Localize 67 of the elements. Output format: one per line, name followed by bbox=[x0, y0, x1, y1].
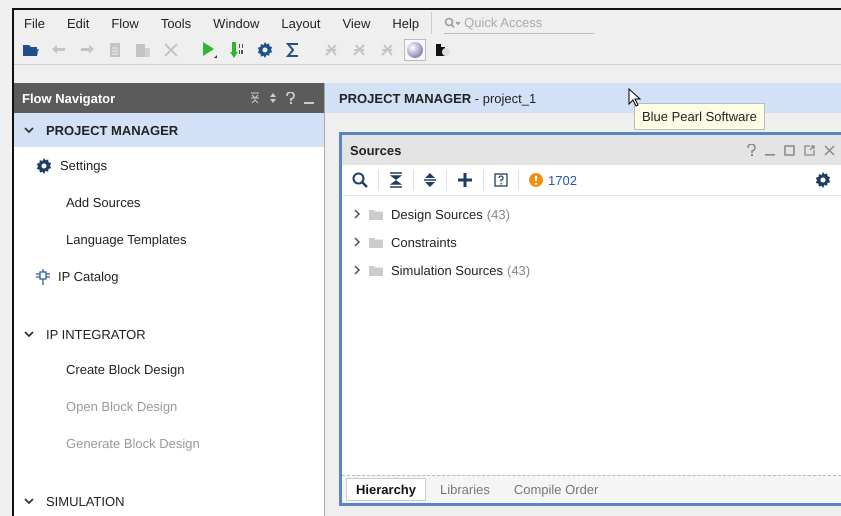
tab[interactable]: Compile Order bbox=[504, 478, 608, 501]
redo-icon bbox=[79, 43, 95, 57]
tool-icon bbox=[323, 42, 339, 58]
close-icon[interactable] bbox=[824, 144, 835, 156]
help-icon[interactable] bbox=[286, 92, 295, 104]
settings-icon bbox=[257, 42, 273, 58]
tool-icon bbox=[379, 42, 395, 58]
tooltip: Blue Pearl Software bbox=[634, 103, 765, 130]
menu-item[interactable]: Edit bbox=[66, 16, 90, 30]
chip-icon bbox=[36, 268, 50, 284]
panel-title: Sources bbox=[350, 142, 402, 158]
warning-count[interactable]: 1702 bbox=[548, 172, 577, 188]
tree-item[interactable]: Design Sources bbox=[391, 206, 483, 222]
menu-item[interactable]: View bbox=[342, 16, 370, 30]
sigma-icon bbox=[285, 42, 301, 58]
nav-item[interactable]: Settings bbox=[14, 147, 324, 184]
add-icon[interactable] bbox=[457, 172, 473, 188]
maximize-icon[interactable] bbox=[784, 144, 795, 156]
paste-icon bbox=[135, 42, 151, 58]
warning-icon bbox=[529, 173, 543, 187]
tree-item[interactable]: Simulation Sources bbox=[391, 262, 503, 278]
delete-icon bbox=[163, 42, 179, 58]
item-count: (43) bbox=[486, 206, 510, 222]
tool-icon bbox=[351, 42, 367, 58]
folder-icon bbox=[22, 42, 40, 58]
settings-icon[interactable] bbox=[815, 172, 831, 188]
nav-item[interactable]: Language Templates bbox=[14, 221, 324, 258]
menu-item[interactable]: Layout bbox=[281, 16, 320, 30]
nav-item[interactable]: Create Block Design bbox=[14, 351, 324, 388]
tab[interactable]: Hierarchy bbox=[346, 478, 426, 501]
expand-all-icon[interactable] bbox=[424, 172, 436, 188]
folder-icon bbox=[369, 236, 383, 248]
nav-section[interactable]: SIMULATION bbox=[14, 484, 324, 516]
menu-item[interactable]: Flow bbox=[111, 16, 139, 30]
tab[interactable]: Libraries bbox=[430, 478, 500, 501]
chevron-icon[interactable] bbox=[354, 265, 361, 275]
chevron-icon[interactable] bbox=[354, 209, 361, 219]
menu-item[interactable]: File bbox=[24, 16, 45, 30]
play-icon bbox=[200, 41, 218, 59]
menu-item[interactable]: Window bbox=[213, 16, 260, 30]
collapse-all-icon[interactable] bbox=[389, 172, 403, 188]
tree-item[interactable]: Constraints bbox=[391, 234, 457, 250]
panel-title: PROJECT MANAGER - project_1 bbox=[339, 90, 536, 106]
folder-icon bbox=[369, 208, 383, 220]
search-icon[interactable] bbox=[352, 172, 368, 188]
nav-item[interactable]: Add Sources bbox=[14, 184, 324, 221]
search-icon bbox=[444, 16, 462, 28]
menu-item[interactable]: Help bbox=[392, 16, 420, 30]
plugin-icon bbox=[434, 42, 452, 58]
quick-access-input[interactable]: Quick Access bbox=[464, 15, 584, 30]
quick-access-field[interactable]: Quick Access bbox=[444, 12, 594, 34]
panel-title: Flow Navigator bbox=[22, 90, 116, 106]
document-icon bbox=[108, 42, 122, 58]
chevron-icon[interactable] bbox=[354, 237, 361, 247]
sphere-icon bbox=[406, 41, 424, 59]
nav-section[interactable]: PROJECT MANAGER bbox=[14, 113, 324, 147]
download-arrow-icon bbox=[229, 41, 245, 59]
item-count: (43) bbox=[507, 262, 530, 278]
menu-item[interactable]: Tools bbox=[160, 16, 192, 30]
help-icon[interactable] bbox=[747, 144, 756, 156]
folder-icon bbox=[369, 264, 383, 276]
nav-item[interactable]: IP Catalog bbox=[14, 258, 324, 295]
help-box-icon[interactable] bbox=[494, 173, 508, 187]
nav-section[interactable]: IP INTEGRATOR bbox=[14, 317, 324, 351]
gear-icon bbox=[36, 158, 52, 174]
float-icon[interactable] bbox=[804, 144, 815, 156]
cursor-icon bbox=[628, 88, 641, 107]
